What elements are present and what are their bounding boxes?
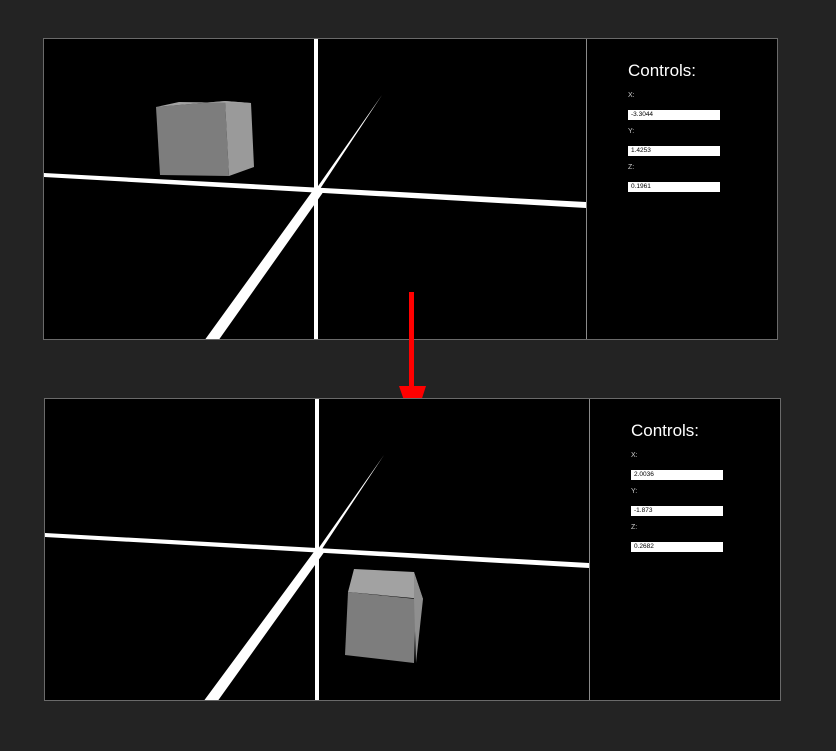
x-input[interactable] [628, 110, 720, 120]
controls-title: Controls: [631, 421, 700, 440]
y-label: Y: [631, 488, 638, 495]
controls-panel: Controls: X: Y: Z: [587, 39, 777, 339]
y-label: Y: [628, 128, 635, 135]
scene-after-panel: Controls: X: Y: Z: [44, 398, 781, 701]
scene-canvas[interactable] [45, 399, 589, 700]
z-label: Z: [628, 164, 635, 171]
cube-mesh[interactable] [345, 569, 423, 663]
scene-canvas[interactable] [44, 39, 586, 339]
y-input[interactable] [628, 146, 720, 156]
cube-mesh[interactable] [156, 101, 254, 176]
x-label: X: [628, 92, 635, 99]
z-input[interactable] [628, 182, 720, 192]
3d-viewport[interactable] [44, 39, 587, 339]
y-input[interactable] [631, 506, 723, 516]
z-input[interactable] [631, 542, 723, 552]
x-label: X: [631, 452, 638, 459]
z-label: Z: [631, 524, 638, 531]
controls-title: Controls: [628, 61, 697, 80]
3d-viewport[interactable] [45, 399, 590, 700]
controls-panel: Controls: X: Y: Z: [590, 399, 780, 700]
x-input[interactable] [631, 470, 723, 480]
